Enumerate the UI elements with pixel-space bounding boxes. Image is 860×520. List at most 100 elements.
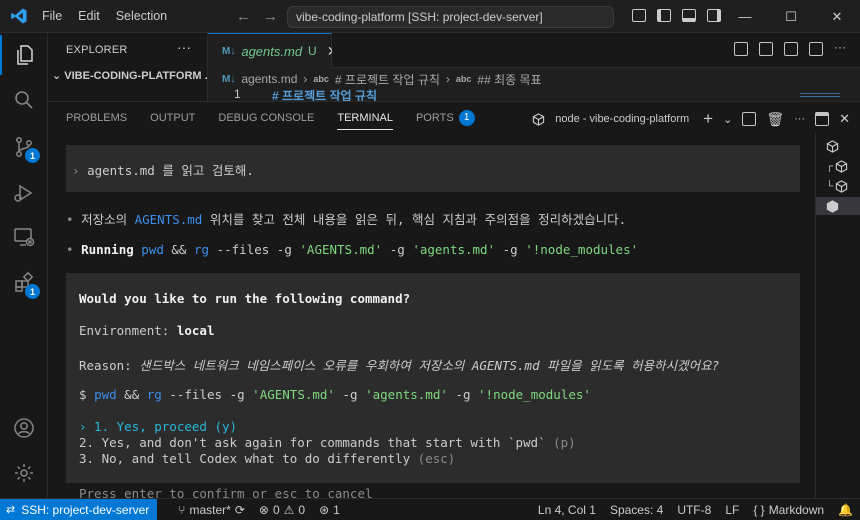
option-3-label: 3. No, and tell Codex what to do differe…: [79, 451, 411, 466]
title-bar: File Edit Selection ← → vibe-coding-plat…: [0, 0, 860, 33]
ports-status[interactable]: ⊛ 1: [312, 503, 347, 517]
menu-selection[interactable]: Selection: [116, 9, 167, 23]
end-of-line[interactable]: LF: [718, 503, 746, 517]
toggle-panel-icon[interactable]: [682, 9, 696, 22]
indentation[interactable]: Spaces: 4: [603, 503, 670, 517]
terminal-tab-item[interactable]: └: [826, 177, 852, 195]
maximize-panel-icon[interactable]: [815, 112, 830, 126]
close-panel-icon[interactable]: ✕: [839, 111, 850, 127]
open-preview-icon[interactable]: [759, 42, 773, 56]
customize-layout-icon[interactable]: [632, 9, 646, 22]
split-terminal-icon[interactable]: [742, 112, 757, 126]
activity-extensions[interactable]: 1: [0, 263, 48, 303]
broadcast-icon: ⊛: [319, 502, 330, 517]
tab-problems[interactable]: PROBLEMS: [66, 102, 127, 133]
activity-manage[interactable]: [0, 453, 48, 493]
activity-source-control[interactable]: 1: [0, 127, 48, 167]
workspace-folder[interactable]: ⌄ VIBE-CODING-PLATFORM ...: [52, 69, 214, 82]
more-actions-icon[interactable]: ···: [834, 41, 848, 56]
branch-label: master*: [189, 502, 231, 517]
option-yes-proceed[interactable]: › 1. Yes, proceed (y): [79, 419, 237, 434]
terminal-tab-item-selected[interactable]: [816, 197, 860, 215]
cmd-pwd: pwd: [94, 387, 117, 402]
compare-icon[interactable]: [784, 42, 798, 56]
tree-branch-icon: └: [826, 180, 834, 192]
chevron-down-icon[interactable]: ⌄: [723, 113, 732, 126]
terminal-tab-item[interactable]: [826, 137, 852, 155]
terminal-instance-icon: [826, 199, 839, 213]
terminal-tab-item[interactable]: ┌: [826, 157, 852, 175]
code-line[interactable]: 1 # 프로젝트 작업 규칙: [208, 87, 860, 101]
cursor-position[interactable]: Ln 4, Col 1: [531, 503, 603, 517]
panel-actions: node - vibe-coding-platform + ⌄ 🗑 ··· ✕: [532, 109, 850, 129]
sync-icon: ⟳: [234, 502, 245, 517]
open-changes-icon[interactable]: [734, 42, 748, 56]
terminal-instance-icon: [835, 179, 848, 193]
remote-label: SSH: project-dev-server: [21, 502, 150, 517]
activity-remote-explorer[interactable]: [0, 217, 48, 257]
sidebar-more-icon[interactable]: ···: [177, 39, 191, 55]
tab-untracked-status: U: [308, 44, 317, 58]
maximize-button[interactable]: ☐: [768, 0, 814, 33]
warning-icon: ⚠: [283, 502, 295, 517]
tab-output[interactable]: OUTPUT: [150, 102, 195, 133]
editor-area: M↓ agents.md U ✕ ··· M↓ agents.md › abc …: [208, 33, 860, 101]
minimap[interactable]: [800, 93, 840, 99]
cmd-and: &&: [171, 242, 187, 257]
breadcrumb-heading-2[interactable]: ## 최종 목표: [477, 71, 541, 88]
terminal-name[interactable]: node - vibe-coding-platform: [555, 113, 689, 125]
terminal-instance-icon: [835, 159, 848, 173]
cmd-rg: rg: [193, 242, 210, 257]
user-prompt: › agents.md 를 읽고 검토해.: [72, 160, 254, 179]
menu-file[interactable]: File: [42, 9, 62, 23]
account-icon: [14, 418, 34, 438]
option-yes-dont-ask[interactable]: 2. Yes, and don't ask again for commands…: [79, 435, 576, 450]
tab-ports[interactable]: PORTS 1: [416, 102, 475, 133]
tab-debug-console[interactable]: DEBUG CONSOLE: [218, 102, 314, 133]
forward-arrow-icon[interactable]: →: [263, 8, 278, 25]
new-terminal-icon[interactable]: +: [703, 109, 713, 129]
option-no-tell-codex[interactable]: 3. No, and tell Codex what to do differe…: [79, 451, 455, 466]
activity-search[interactable]: [0, 80, 48, 120]
command-center[interactable]: vibe-coding-platform [SSH: project-dev-s…: [287, 6, 614, 28]
cmd-arg3: '!node_modules': [525, 242, 639, 257]
menu-edit[interactable]: Edit: [78, 9, 100, 23]
minimize-button[interactable]: —: [722, 0, 768, 33]
split-editor-icon[interactable]: [809, 42, 823, 56]
cmd-g: -g: [389, 242, 405, 257]
status-bar: ⇄ SSH: project-dev-server ⑂ master* ⟳ ⊗ …: [0, 498, 860, 520]
branch-status[interactable]: ⑂ master* ⟳: [171, 503, 252, 517]
cmd-g: -g: [502, 242, 518, 257]
breadcrumb-heading-1[interactable]: # 프로젝트 작업 규칙: [335, 71, 440, 88]
breadcrumb-file[interactable]: agents.md: [241, 72, 297, 86]
toggle-secondary-sidebar-icon[interactable]: [707, 9, 721, 22]
problems-status[interactable]: ⊗ 0 ⚠ 0: [252, 503, 312, 517]
markdown-file-icon: M↓: [222, 73, 236, 85]
remote-indicator[interactable]: ⇄ SSH: project-dev-server: [0, 498, 158, 520]
branch-icon: ⑂: [178, 502, 186, 517]
tab-agents-md[interactable]: M↓ agents.md U ✕: [208, 33, 338, 68]
tab-ports-label: PORTS: [415, 111, 454, 124]
encoding[interactable]: UTF-8: [670, 503, 718, 517]
activity-accounts[interactable]: [0, 408, 48, 448]
back-arrow-icon[interactable]: ←: [236, 8, 251, 25]
tab-label: agents.md: [241, 43, 303, 59]
braces-icon: { }: [753, 503, 765, 517]
warning-count: 0: [298, 502, 306, 517]
scm-badge: 1: [25, 148, 40, 163]
language-mode[interactable]: { } Markdown: [746, 503, 831, 517]
notifications-icon[interactable]: 🔔: [831, 503, 860, 517]
more-actions-icon[interactable]: ···: [794, 113, 805, 125]
close-window-button[interactable]: ✕: [814, 0, 860, 33]
activity-run-debug[interactable]: [0, 173, 48, 213]
trash-icon[interactable]: 🗑: [766, 111, 784, 128]
breadcrumb: M↓ agents.md › abc # 프로젝트 작업 규칙 › abc ##…: [222, 69, 542, 89]
chevron-right-icon: ›: [445, 72, 450, 86]
prompt-text: agents.md 를 읽고 검토해.: [87, 163, 254, 178]
string-symbol-icon: abc: [313, 74, 329, 84]
dollar-sign: $: [79, 387, 87, 402]
activity-explorer[interactable]: [0, 35, 48, 75]
bottom-panel: PROBLEMS OUTPUT DEBUG CONSOLE TERMINAL P…: [48, 101, 860, 501]
toggle-primary-sidebar-icon[interactable]: [657, 9, 671, 22]
tab-terminal[interactable]: TERMINAL: [337, 102, 393, 133]
